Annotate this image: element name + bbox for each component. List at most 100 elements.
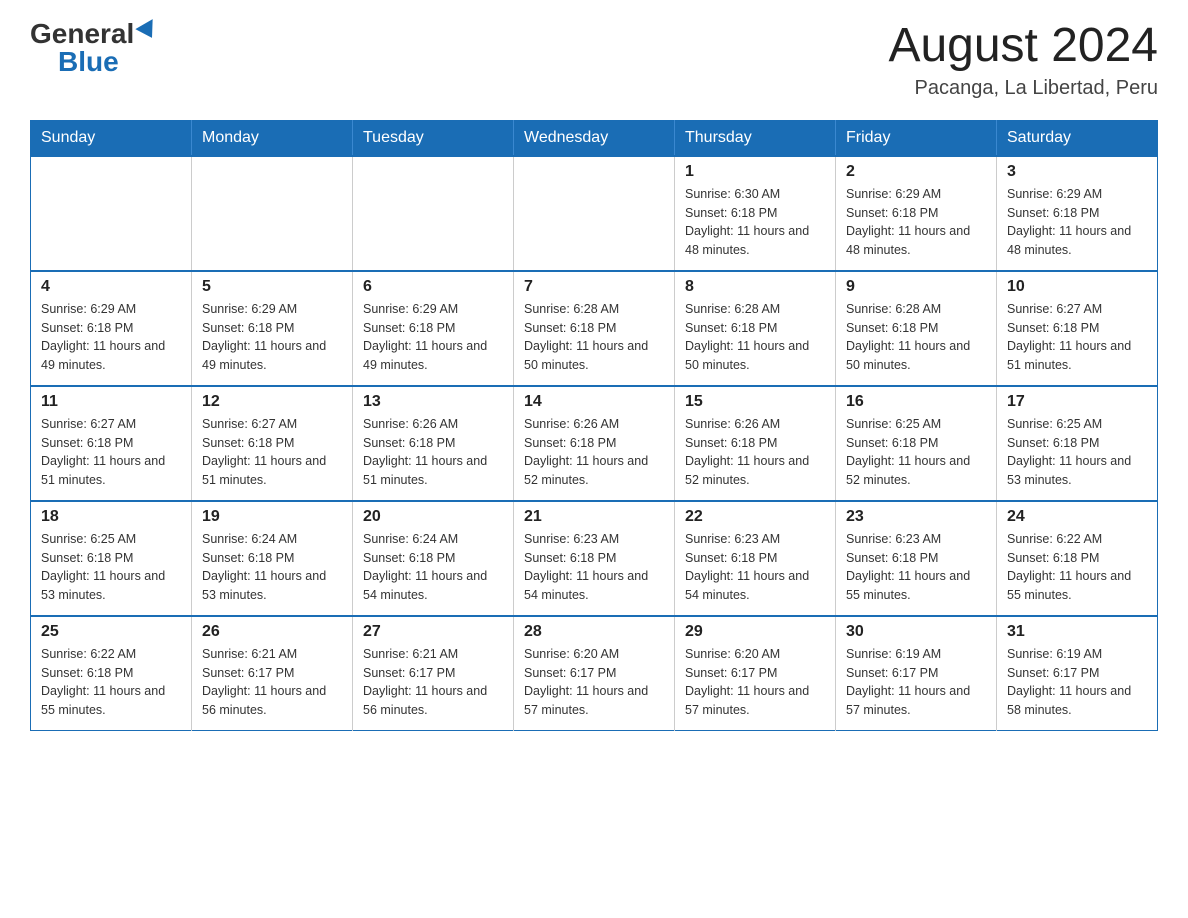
day-info: Sunrise: 6:27 AM Sunset: 6:18 PM Dayligh… (1007, 300, 1147, 375)
day-info: Sunrise: 6:29 AM Sunset: 6:18 PM Dayligh… (202, 300, 342, 375)
day-info: Sunrise: 6:27 AM Sunset: 6:18 PM Dayligh… (202, 415, 342, 490)
day-number: 23 (846, 508, 986, 526)
calendar-cell: 21 Sunrise: 6:23 AM Sunset: 6:18 PM Dayli… (514, 501, 675, 616)
calendar-cell: 19 Sunrise: 6:24 AM Sunset: 6:18 PM Dayli… (192, 501, 353, 616)
day-info: Sunrise: 6:26 AM Sunset: 6:18 PM Dayligh… (524, 415, 664, 490)
day-info: Sunrise: 6:20 AM Sunset: 6:17 PM Dayligh… (524, 645, 664, 720)
month-year-title: August 2024 (888, 20, 1158, 73)
day-info: Sunrise: 6:30 AM Sunset: 6:18 PM Dayligh… (685, 185, 825, 260)
calendar-cell (353, 156, 514, 271)
logo-blue-text: Blue (58, 48, 119, 76)
calendar-cell: 12 Sunrise: 6:27 AM Sunset: 6:18 PM Dayli… (192, 386, 353, 501)
calendar-cell: 25 Sunrise: 6:22 AM Sunset: 6:18 PM Dayli… (31, 616, 192, 731)
day-info: Sunrise: 6:19 AM Sunset: 6:17 PM Dayligh… (846, 645, 986, 720)
calendar-week-row: 11 Sunrise: 6:27 AM Sunset: 6:18 PM Dayli… (31, 386, 1158, 501)
weekday-header-saturday: Saturday (997, 120, 1158, 156)
calendar-week-row: 4 Sunrise: 6:29 AM Sunset: 6:18 PM Daylig… (31, 271, 1158, 386)
calendar-cell: 3 Sunrise: 6:29 AM Sunset: 6:18 PM Daylig… (997, 156, 1158, 271)
day-info: Sunrise: 6:25 AM Sunset: 6:18 PM Dayligh… (1007, 415, 1147, 490)
page-header: General Blue August 2024 Pacanga, La Lib… (30, 20, 1158, 100)
weekday-header-friday: Friday (836, 120, 997, 156)
calendar-cell: 8Sunrise: 6:28 AM Sunset: 6:18 PM Daylig… (675, 271, 836, 386)
day-number: 17 (1007, 393, 1147, 411)
day-info: Sunrise: 6:21 AM Sunset: 6:17 PM Dayligh… (202, 645, 342, 720)
day-info: Sunrise: 6:24 AM Sunset: 6:18 PM Dayligh… (363, 530, 503, 605)
day-number: 3 (1007, 163, 1147, 181)
day-number: 13 (363, 393, 503, 411)
day-number: 6 (363, 278, 503, 296)
day-number: 15 (685, 393, 825, 411)
weekday-header-thursday: Thursday (675, 120, 836, 156)
day-info: Sunrise: 6:26 AM Sunset: 6:18 PM Dayligh… (685, 415, 825, 490)
day-info: Sunrise: 6:23 AM Sunset: 6:18 PM Dayligh… (524, 530, 664, 605)
day-info: Sunrise: 6:26 AM Sunset: 6:18 PM Dayligh… (363, 415, 503, 490)
calendar-cell: 16 Sunrise: 6:25 AM Sunset: 6:18 PM Dayli… (836, 386, 997, 501)
day-number: 11 (41, 393, 181, 411)
day-number: 27 (363, 623, 503, 641)
weekday-header-row: SundayMondayTuesdayWednesdayThursdayFrid… (31, 120, 1158, 156)
calendar-cell: 1 Sunrise: 6:30 AM Sunset: 6:18 PM Daylig… (675, 156, 836, 271)
calendar-cell: 20 Sunrise: 6:24 AM Sunset: 6:18 PM Dayli… (353, 501, 514, 616)
day-info: Sunrise: 6:28 AM Sunset: 6:18 PM Dayligh… (524, 300, 664, 375)
day-number: 12 (202, 393, 342, 411)
calendar-cell (31, 156, 192, 271)
day-info: Sunrise: 6:23 AM Sunset: 6:18 PM Dayligh… (846, 530, 986, 605)
calendar-cell: 6 Sunrise: 6:29 AM Sunset: 6:18 PM Daylig… (353, 271, 514, 386)
calendar-cell: 24Sunrise: 6:22 AM Sunset: 6:18 PM Dayli… (997, 501, 1158, 616)
logo-general-text: General (30, 20, 134, 48)
day-number: 14 (524, 393, 664, 411)
day-number: 28 (524, 623, 664, 641)
day-number: 2 (846, 163, 986, 181)
calendar-cell: 18Sunrise: 6:25 AM Sunset: 6:18 PM Dayli… (31, 501, 192, 616)
calendar-cell: 28 Sunrise: 6:20 AM Sunset: 6:17 PM Dayli… (514, 616, 675, 731)
calendar-week-row: 18Sunrise: 6:25 AM Sunset: 6:18 PM Dayli… (31, 501, 1158, 616)
day-number: 5 (202, 278, 342, 296)
day-number: 4 (41, 278, 181, 296)
calendar-cell: 4 Sunrise: 6:29 AM Sunset: 6:18 PM Daylig… (31, 271, 192, 386)
title-section: August 2024 Pacanga, La Libertad, Peru (888, 20, 1158, 100)
calendar-cell: 13 Sunrise: 6:26 AM Sunset: 6:18 PM Dayli… (353, 386, 514, 501)
calendar-cell (192, 156, 353, 271)
day-info: Sunrise: 6:29 AM Sunset: 6:18 PM Dayligh… (41, 300, 181, 375)
logo-triangle-icon (136, 19, 161, 43)
day-number: 20 (363, 508, 503, 526)
day-info: Sunrise: 6:29 AM Sunset: 6:18 PM Dayligh… (1007, 185, 1147, 260)
day-info: Sunrise: 6:28 AM Sunset: 6:18 PM Dayligh… (685, 300, 825, 375)
day-info: Sunrise: 6:29 AM Sunset: 6:18 PM Dayligh… (363, 300, 503, 375)
day-number: 9 (846, 278, 986, 296)
day-info: Sunrise: 6:22 AM Sunset: 6:18 PM Dayligh… (41, 645, 181, 720)
calendar-cell: 2Sunrise: 6:29 AM Sunset: 6:18 PM Daylig… (836, 156, 997, 271)
day-info: Sunrise: 6:23 AM Sunset: 6:18 PM Dayligh… (685, 530, 825, 605)
day-info: Sunrise: 6:20 AM Sunset: 6:17 PM Dayligh… (685, 645, 825, 720)
calendar-cell: 29Sunrise: 6:20 AM Sunset: 6:17 PM Dayli… (675, 616, 836, 731)
calendar-cell: 15 Sunrise: 6:26 AM Sunset: 6:18 PM Dayli… (675, 386, 836, 501)
day-number: 21 (524, 508, 664, 526)
day-number: 22 (685, 508, 825, 526)
calendar-week-row: 1 Sunrise: 6:30 AM Sunset: 6:18 PM Daylig… (31, 156, 1158, 271)
calendar-cell: 31 Sunrise: 6:19 AM Sunset: 6:17 PM Dayli… (997, 616, 1158, 731)
calendar-cell: 14 Sunrise: 6:26 AM Sunset: 6:18 PM Dayli… (514, 386, 675, 501)
calendar-cell: 26Sunrise: 6:21 AM Sunset: 6:17 PM Dayli… (192, 616, 353, 731)
calendar-cell: 22 Sunrise: 6:23 AM Sunset: 6:18 PM Dayli… (675, 501, 836, 616)
day-info: Sunrise: 6:25 AM Sunset: 6:18 PM Dayligh… (41, 530, 181, 605)
day-number: 31 (1007, 623, 1147, 641)
calendar-week-row: 25 Sunrise: 6:22 AM Sunset: 6:18 PM Dayli… (31, 616, 1158, 731)
day-info: Sunrise: 6:24 AM Sunset: 6:18 PM Dayligh… (202, 530, 342, 605)
day-info: Sunrise: 6:25 AM Sunset: 6:18 PM Dayligh… (846, 415, 986, 490)
calendar-cell (514, 156, 675, 271)
calendar-header: SundayMondayTuesdayWednesdayThursdayFrid… (31, 120, 1158, 156)
day-number: 24 (1007, 508, 1147, 526)
weekday-header-sunday: Sunday (31, 120, 192, 156)
day-number: 19 (202, 508, 342, 526)
calendar-cell: 23 Sunrise: 6:23 AM Sunset: 6:18 PM Dayli… (836, 501, 997, 616)
day-number: 16 (846, 393, 986, 411)
calendar-cell: 11Sunrise: 6:27 AM Sunset: 6:18 PM Dayli… (31, 386, 192, 501)
day-info: Sunrise: 6:19 AM Sunset: 6:17 PM Dayligh… (1007, 645, 1147, 720)
calendar-cell: 7Sunrise: 6:28 AM Sunset: 6:18 PM Daylig… (514, 271, 675, 386)
weekday-header-wednesday: Wednesday (514, 120, 675, 156)
location-subtitle: Pacanga, La Libertad, Peru (888, 77, 1158, 100)
day-number: 25 (41, 623, 181, 641)
day-number: 1 (685, 163, 825, 181)
calendar-body: 1 Sunrise: 6:30 AM Sunset: 6:18 PM Daylig… (31, 156, 1158, 731)
calendar-cell: 30Sunrise: 6:19 AM Sunset: 6:17 PM Dayli… (836, 616, 997, 731)
